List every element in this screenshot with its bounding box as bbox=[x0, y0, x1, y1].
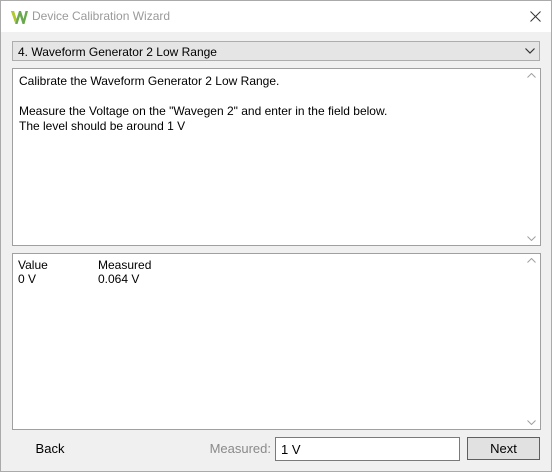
step-dropdown-value: 4. Waveform Generator 2 Low Range bbox=[18, 45, 217, 59]
title-bar[interactable]: Device Calibration Wizard bbox=[1, 1, 551, 32]
column-header-value: Value bbox=[18, 258, 48, 272]
scroll-down-icon[interactable] bbox=[527, 236, 536, 241]
w-logo-icon bbox=[11, 11, 28, 24]
close-icon bbox=[530, 11, 541, 22]
step-dropdown[interactable]: 4. Waveform Generator 2 Low Range bbox=[12, 41, 540, 61]
scroll-up-icon[interactable] bbox=[527, 258, 536, 263]
window-title: Device Calibration Wizard bbox=[32, 9, 171, 23]
scroll-down-icon[interactable] bbox=[527, 420, 536, 425]
results-list[interactable]: Value Measured 0 V 0.064 V bbox=[12, 253, 541, 430]
back-button[interactable]: Back bbox=[21, 438, 79, 460]
next-button[interactable]: Next bbox=[467, 437, 540, 460]
results-scrollbar[interactable] bbox=[523, 254, 540, 429]
instructions-scrollbar[interactable] bbox=[523, 69, 540, 245]
instructions-textbox[interactable]: Calibrate the Waveform Generator 2 Low R… bbox=[12, 68, 541, 246]
chevron-down-icon bbox=[525, 48, 535, 54]
scroll-up-icon[interactable] bbox=[527, 73, 536, 78]
close-button[interactable] bbox=[519, 1, 551, 32]
result-row-measured: 0.064 V bbox=[98, 272, 140, 286]
column-header-measured: Measured bbox=[98, 258, 152, 272]
result-row-value: 0 V bbox=[18, 272, 37, 286]
calibration-window: Device Calibration Wizard 4. Waveform Ge… bbox=[0, 0, 552, 472]
instructions-text: Calibrate the Waveform Generator 2 Low R… bbox=[19, 74, 388, 133]
measured-input[interactable] bbox=[275, 437, 460, 461]
measured-label: Measured: bbox=[209, 441, 271, 456]
